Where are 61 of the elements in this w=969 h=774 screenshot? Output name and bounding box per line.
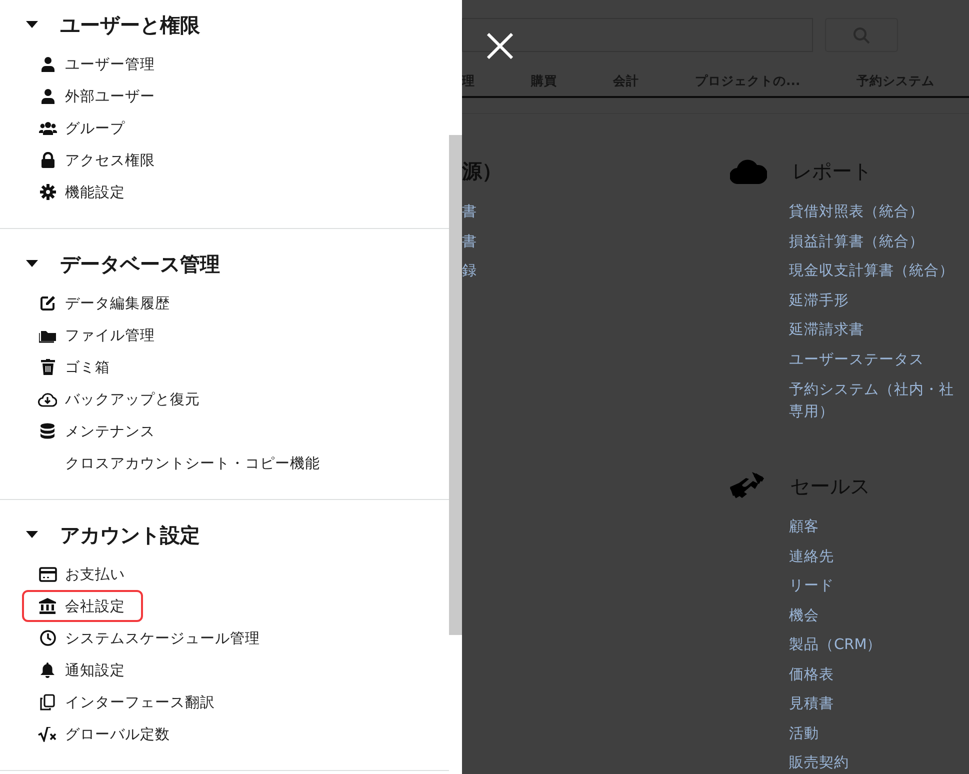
report-link[interactable]: 貸借対照表（統合）	[789, 198, 969, 228]
bank-icon	[39, 598, 56, 614]
report-link[interactable]: 製品（CRM）	[789, 631, 969, 660]
report-link[interactable]: 延滞請求書	[789, 316, 969, 346]
report-link[interactable]: 販売契約	[789, 749, 969, 774]
section-heading: アカウント設定	[60, 522, 200, 548]
report-link[interactable]: 書	[462, 198, 730, 228]
square-root-icon	[38, 726, 57, 742]
section-heading: データベース管理	[60, 250, 220, 278]
search-field[interactable]	[462, 18, 813, 52]
menu-item[interactable]: バックアップと復元	[22, 383, 218, 415]
close-menu[interactable]	[487, 33, 513, 59]
user-icon	[40, 56, 56, 72]
clock-icon	[40, 630, 56, 646]
report-link[interactable]: 予約システム（社内・社 専用）	[789, 375, 969, 427]
report-link[interactable]: 現金収支計算書（統合）	[789, 257, 969, 286]
menu-item[interactable]: グループ	[22, 112, 143, 144]
menu-item[interactable]: メンテナンス	[22, 415, 173, 447]
copy-icon	[40, 694, 55, 710]
report-link[interactable]: 延滞手形	[789, 286, 969, 316]
credit-card-icon	[38, 566, 56, 582]
menu-item[interactable]: グローバル定数	[22, 718, 188, 750]
menu-item[interactable]: 通知設定	[22, 654, 143, 686]
users-icon	[38, 121, 56, 135]
report-link[interactable]: ユーザーステータス	[789, 346, 969, 375]
settings-icon	[40, 184, 56, 200]
menu-item[interactable]: データ編集履歴	[22, 287, 188, 319]
report-link[interactable]: 価格表	[789, 660, 969, 690]
cloud-icon	[730, 158, 767, 184]
user-icon	[40, 88, 56, 104]
report-link[interactable]: リード	[789, 572, 969, 602]
menu-item[interactable]: クロスアカウントシート・コピー機能	[22, 447, 338, 479]
scrollbar-thumb[interactable]	[449, 135, 462, 635]
report-link[interactable]: 機会	[789, 602, 969, 631]
edit-icon	[40, 295, 56, 311]
cloud-download-icon	[38, 392, 57, 406]
menu-item[interactable]: お支払い	[22, 558, 143, 590]
report-link[interactable]: 見積書	[789, 690, 969, 720]
report-link[interactable]: 連絡先	[789, 542, 969, 572]
section-heading: ユーザーと権限	[60, 12, 200, 38]
menu-item[interactable]: 会社設定	[22, 590, 143, 622]
lock-icon	[40, 152, 54, 168]
caret-down-icon[interactable]	[26, 531, 38, 539]
report-link[interactable]: 活動	[789, 720, 969, 749]
menu-item[interactable]: ファイル管理	[22, 319, 173, 351]
report-link[interactable]: 録	[462, 257, 730, 286]
caret-down-icon[interactable]	[26, 260, 38, 268]
menu-item[interactable]: 機能設定	[22, 176, 143, 208]
menu-item[interactable]: インターフェース翻訳	[22, 686, 233, 718]
caret-down-icon[interactable]	[26, 21, 38, 29]
menu-item[interactable]: 外部ユーザー	[22, 80, 173, 112]
report-link[interactable]: 損益計算書（統合）	[789, 228, 969, 257]
menu-item[interactable]: アクセス権限	[22, 144, 173, 176]
menu-item[interactable]: システムスケージュール管理	[22, 622, 278, 654]
menu-item[interactable]: ゴミ箱	[22, 351, 128, 383]
report-link[interactable]: 顧客	[789, 513, 969, 542]
database-icon	[40, 423, 55, 439]
trash-icon	[40, 359, 54, 375]
menu-item[interactable]: ユーザー管理	[22, 48, 173, 80]
report-link[interactable]: 書	[462, 228, 730, 257]
bell-icon	[40, 662, 55, 678]
